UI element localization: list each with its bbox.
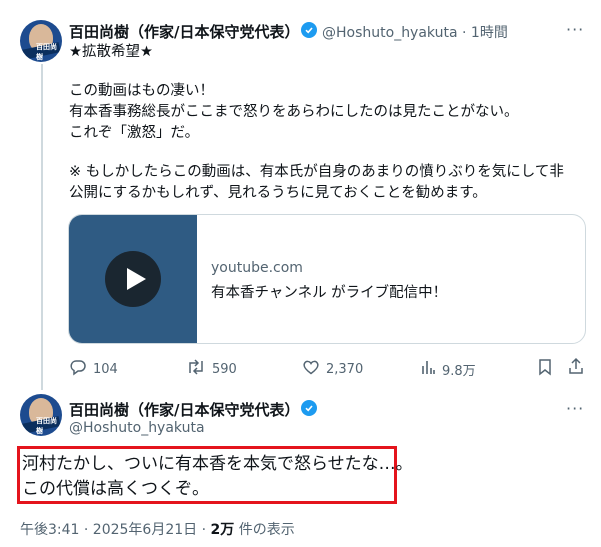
like-count: 2,370 [326, 361, 364, 377]
verified-badge-icon [301, 22, 317, 38]
card-title: 有本香チャンネル がライブ配信中！ [211, 285, 448, 301]
retweet-icon [186, 358, 206, 380]
card-domain: youtube.com [211, 260, 303, 276]
author-handle[interactable]: @Hoshuto_hyakuta [69, 420, 205, 436]
views-label: 件の表示 [234, 522, 295, 538]
tweet-text-line: この動画はもの凄い！ [69, 83, 214, 99]
bookmark-icon[interactable] [537, 358, 553, 380]
like-button[interactable]: 2,370 [302, 358, 363, 380]
more-icon[interactable]: ··· [566, 20, 584, 39]
heart-icon [302, 358, 320, 380]
views-button[interactable]: 9.8万 [420, 358, 476, 380]
tweet-text-line: ★拡散希望★ [69, 44, 153, 60]
thread-connector-line [41, 64, 43, 390]
tweet-timestamp-row: 午後3:41 · 2025年6月21日 · 2万 件の表示 [20, 519, 295, 539]
tweet-timestamp[interactable]: 午後3:41 · 2025年6月21日 · [20, 522, 211, 538]
tweet-time[interactable]: 1時間 [471, 25, 508, 41]
views-count: 9.8万 [442, 363, 476, 379]
tweet-text-line: 河村たかし、ついに有本香を本気で怒らせたな…。 [22, 454, 413, 474]
tweet-text-line: この代償は高くつくぞ。 [22, 479, 209, 499]
link-card[interactable]: youtube.com 有本香チャンネル がライブ配信中！ [68, 214, 586, 344]
tweet-text-line: 有本香事務総長がここまで怒りをあらわにしたのは見たことがない。 [69, 104, 519, 120]
retweet-button[interactable]: 590 [186, 358, 237, 380]
avatar[interactable]: 百田尚樹 [20, 394, 62, 436]
reply-count: 104 [93, 361, 118, 377]
more-icon[interactable]: ··· [566, 399, 584, 418]
tweet-text-line: ※ もしかしたらこの動画は、有本氏が自身のあまりの憤りぶりを気にして非 [69, 164, 564, 180]
avatar-logo-text: 百田尚樹 [36, 43, 57, 61]
tweet-meta: @Hoshuto_hyakuta · 1時間 [322, 25, 508, 41]
share-icon[interactable] [567, 357, 585, 379]
author-name[interactable]: 百田尚樹（作家/日本保守党代表） [69, 21, 299, 42]
author-name[interactable]: 百田尚樹（作家/日本保守党代表） [69, 399, 299, 420]
avatar[interactable]: 百田尚樹 [20, 20, 62, 62]
reply-icon [69, 358, 87, 380]
views-count: 2万 [210, 522, 235, 538]
reply-button[interactable]: 104 [69, 358, 118, 380]
video-thumbnail[interactable] [69, 215, 197, 343]
author-handle[interactable]: @Hoshuto_hyakuta [322, 25, 458, 41]
verified-badge-icon [301, 400, 317, 416]
tweet-text-line: これぞ「激怒」だ。 [69, 125, 200, 141]
play-icon[interactable] [105, 251, 161, 307]
tweet-text-line: 公開にするかもしれず、見れるうちに見ておくことを勧めます。 [69, 185, 487, 201]
views-chart-icon [420, 358, 436, 380]
avatar-logo-text: 百田尚樹 [36, 417, 57, 435]
retweet-count: 590 [212, 361, 237, 377]
